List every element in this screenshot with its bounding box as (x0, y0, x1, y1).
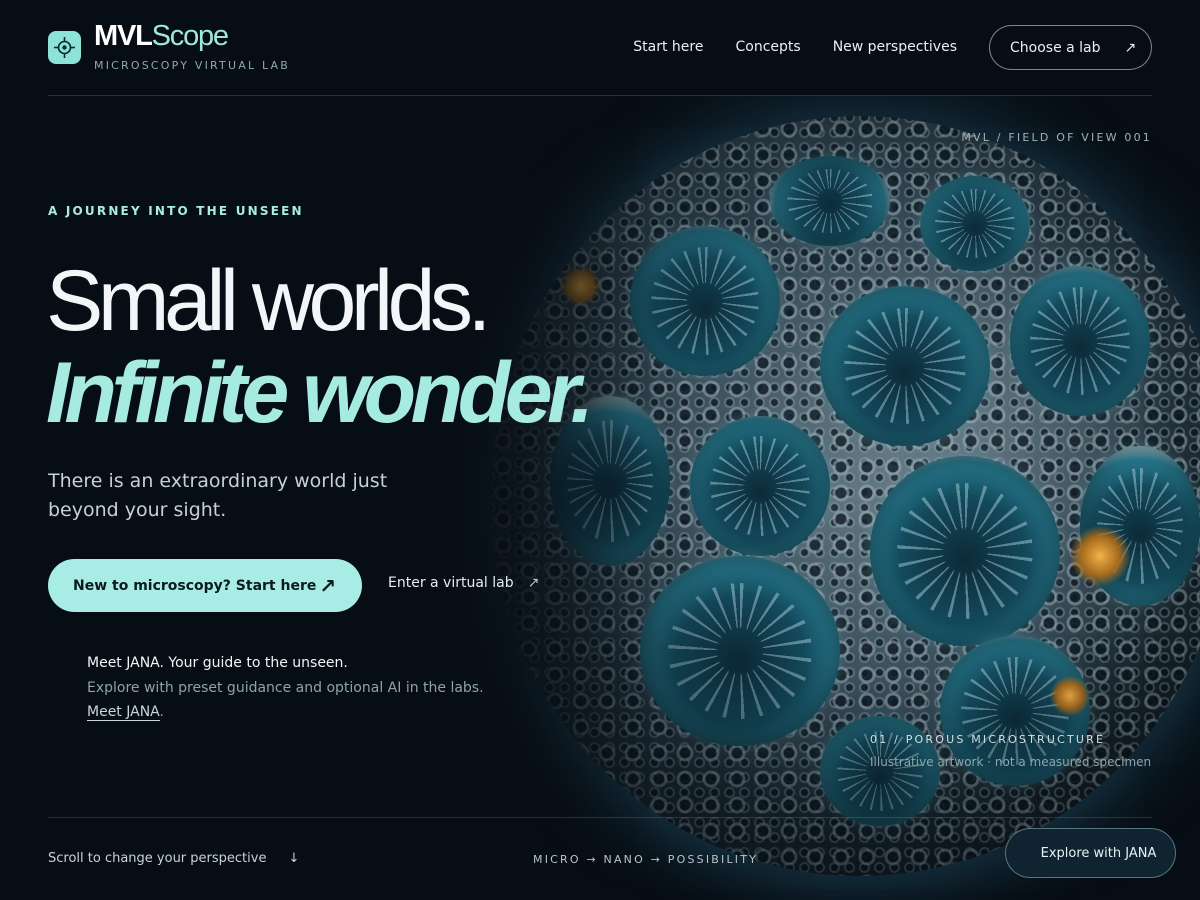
nav-start-here[interactable]: Start here (633, 39, 703, 55)
jana-title: Meet JANA. Your guide to the unseen. (87, 655, 348, 671)
meet-jana-link[interactable]: Meet JANA (87, 704, 160, 721)
choose-lab-button[interactable]: Choose a lab ↗ (989, 25, 1152, 70)
specimen-caption: 01 / POROUS MICROSTRUCTURE Illustrative … (870, 733, 1151, 769)
headline-line-1: Small worlds. (46, 253, 491, 349)
jana-body: Explore with preset guidance and optiona… (87, 680, 484, 721)
choose-lab-label: Choose a lab (1010, 39, 1101, 56)
nav-concepts[interactable]: Concepts (735, 39, 800, 55)
footer-divider (48, 817, 1152, 818)
crosshair-icon (48, 31, 81, 64)
arrow-up-right-icon: ↗ (319, 573, 336, 598)
specimen-artwork (400, 96, 1200, 900)
start-here-label: New to microscopy? Start here (73, 577, 317, 594)
explore-with-jana-button[interactable]: Explore with JANA (1005, 828, 1176, 878)
jana-intro: Meet JANA. Your guide to the unseen. Exp… (87, 652, 507, 724)
start-here-button[interactable]: New to microscopy? Start here ↗ (48, 559, 362, 612)
hero-lead: There is an extraordinary world just bey… (48, 470, 388, 521)
caption-title: 01 / POROUS MICROSTRUCTURE (870, 733, 1106, 746)
scroll-hint[interactable]: Scroll to change your perspective ↓ (48, 851, 299, 866)
arrow-up-right-icon: ↗ (527, 575, 540, 591)
enter-virtual-lab-label: Enter a virtual lab (388, 575, 514, 591)
footer-tagline: MICRO → NANO → POSSIBILITY (533, 853, 759, 866)
headline-line-2: Infinite wonder. (46, 345, 594, 441)
nav-new-perspectives[interactable]: New perspectives (833, 39, 957, 55)
arrow-down-icon: ↓ (288, 851, 300, 866)
brand-tagline: MICROSCOPY VIRTUAL LAB (94, 59, 291, 72)
field-of-view-label: MVL / FIELD OF VIEW 001 (961, 131, 1152, 144)
brand-name: MVLScope (94, 20, 229, 52)
arrow-up-right-icon: ↗ (1124, 39, 1137, 56)
enter-virtual-lab-link[interactable]: Enter a virtual lab ↗ (388, 575, 539, 591)
scroll-hint-label: Scroll to change your perspective (48, 851, 267, 866)
hero-eyebrow: A JOURNEY INTO THE UNSEEN (48, 204, 304, 218)
caption-subtitle: Illustrative artwork · not a measured sp… (870, 755, 1152, 769)
header-divider (48, 95, 1152, 96)
main-nav: Start here Concepts New perspectives (633, 39, 957, 55)
site-header: MVLScope MICROSCOPY VIRTUAL LAB Start he… (48, 20, 1152, 72)
